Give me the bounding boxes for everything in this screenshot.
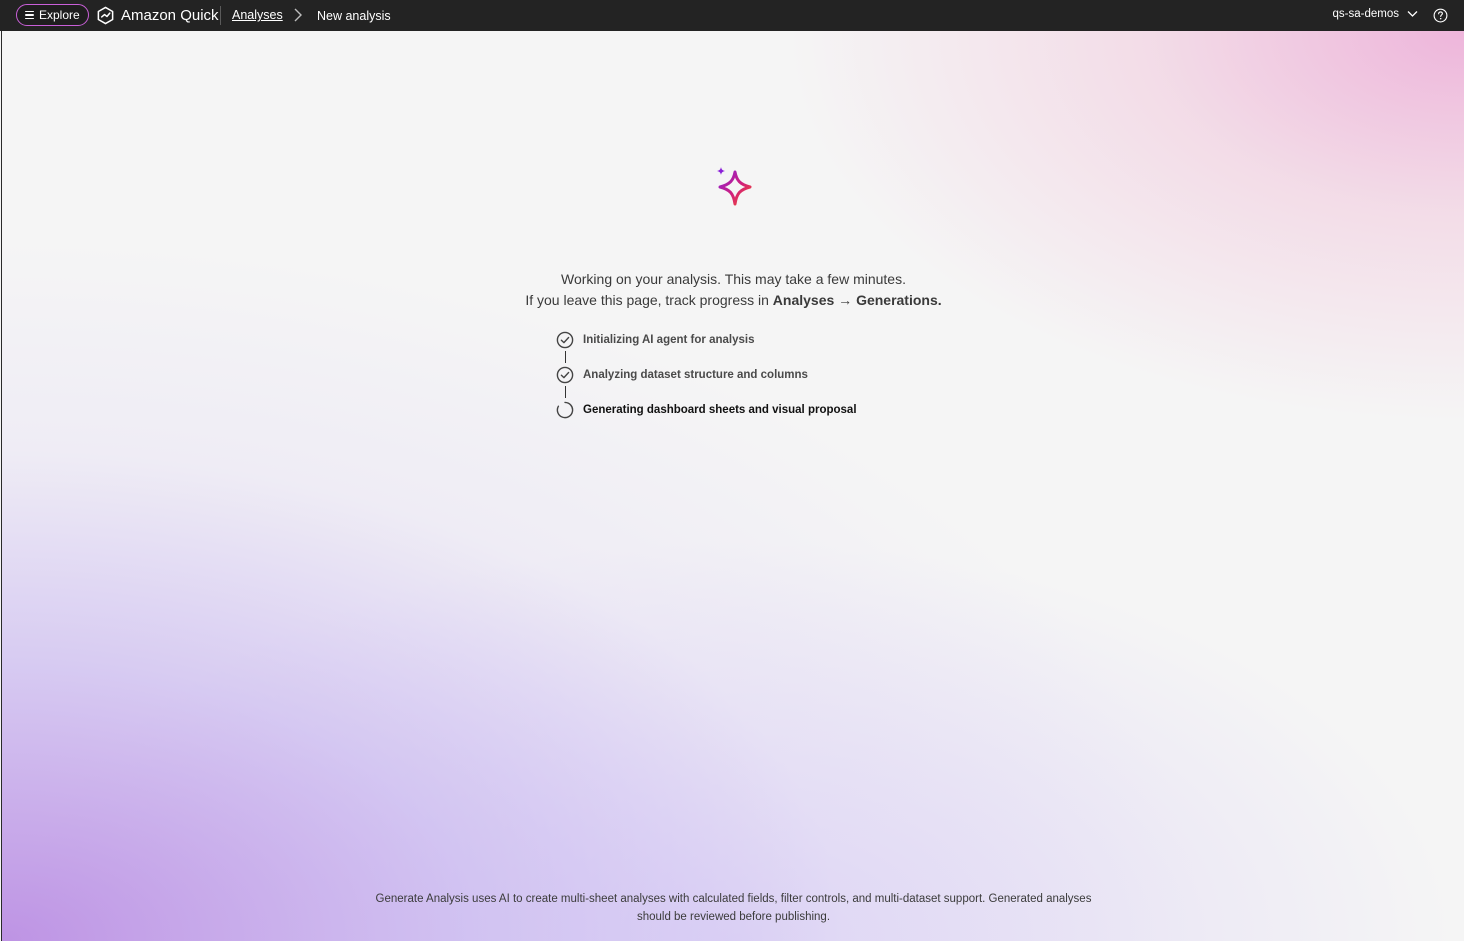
breadcrumb-analyses-link[interactable]: Analyses — [232, 8, 283, 22]
status-message-line2: If you leave this page, track progress i… — [2, 290, 1464, 311]
explore-button-label: Explore — [39, 8, 80, 22]
progress-step-label: Initializing AI agent for analysis — [583, 334, 755, 346]
check-circle-icon — [556, 331, 574, 349]
spinner-icon — [556, 401, 574, 419]
generation-progress-panel: Working on your analysis. This may take … — [1, 31, 1464, 941]
progress-step: Generating dashboard sheets and visual p… — [556, 400, 857, 420]
ai-disclaimer: Generate Analysis uses AI to create mult… — [2, 890, 1464, 926]
chevron-down-icon — [1407, 11, 1418, 17]
generations-reference: Generations. — [856, 292, 942, 308]
help-icon[interactable] — [1433, 8, 1448, 23]
status-message-prefix: If you leave this page, track progress i… — [525, 292, 769, 308]
progress-step: Analyzing dataset structure and columns — [556, 365, 857, 398]
explore-button[interactable]: Explore — [16, 4, 89, 26]
chevron-right-icon — [294, 8, 302, 22]
quick-logo-icon — [97, 6, 114, 24]
account-name: qs-sa-demos — [1332, 8, 1399, 20]
brand-name: Amazon Quick — [121, 6, 219, 24]
topbar-divider — [220, 6, 221, 25]
progress-step-label: Analyzing dataset structure and columns — [583, 369, 808, 381]
progress-steps: Initializing AI agent for analysis Analy… — [556, 330, 857, 420]
progress-step-label: Generating dashboard sheets and visual p… — [583, 404, 857, 416]
hamburger-icon — [25, 10, 34, 20]
breadcrumb-current-page: New analysis — [317, 9, 391, 23]
ai-sparkle-icon — [717, 167, 752, 206]
top-navigation-bar: Explore Amazon Quick Analyses New analys… — [0, 0, 1464, 31]
brand-home-link[interactable]: Amazon Quick — [96, 4, 219, 26]
account-menu-button[interactable]: qs-sa-demos — [1333, 8, 1418, 20]
step-connector — [565, 386, 566, 398]
check-circle-icon — [556, 366, 574, 384]
progress-step: Initializing AI agent for analysis — [556, 330, 857, 363]
ai-disclaimer-line2: should be reviewed before publishing. — [636, 911, 831, 923]
status-message-line1: Working on your analysis. This may take … — [561, 271, 906, 287]
status-message: Working on your analysis. This may take … — [2, 269, 1464, 311]
analyses-reference: Analyses — [772, 292, 835, 308]
step-connector — [565, 351, 566, 363]
ai-disclaimer-line1: Generate Analysis uses AI to create mult… — [375, 893, 1092, 905]
arrow-right-icon: → — [838, 292, 853, 308]
